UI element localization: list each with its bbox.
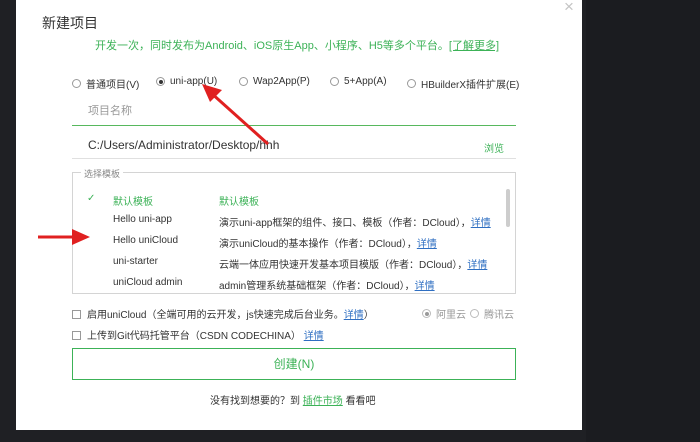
template-name: uniCloud admin — [113, 277, 183, 288]
template-desc: 默认模板 — [219, 197, 259, 208]
template-name: 默认模板 — [113, 197, 153, 208]
unicloud-option: 启用uniCloud（全端可用的云开发，js快速完成后台业务。详情） — [72, 306, 374, 321]
template-desc-text: 云端一体应用快速开发基本项目模版（作者：DCloud）， — [219, 260, 468, 271]
radio-label: HBuilderX插件扩展(E) — [421, 80, 520, 91]
git-detail-link[interactable]: 详情 — [304, 331, 324, 342]
radio-label: 5+App(A) — [344, 76, 387, 87]
template-detail-link[interactable]: 详情 — [415, 281, 435, 292]
template-desc-text: 演示uniCloud的基本操作（作者：DCloud）， — [219, 239, 417, 250]
git-upload-option: 上传到Git代码托管平台（CSDN CODECHINA） 详情 — [72, 327, 324, 342]
template-row[interactable]: Hello uniCloud 演示uniCloud的基本操作（作者：DCloud… — [73, 235, 503, 253]
unicloud-checkbox[interactable] — [72, 310, 81, 319]
radio-icon — [330, 77, 339, 86]
create-button[interactable]: 创建(N) — [72, 348, 516, 380]
unicloud-note: （全端可用的云开发，js快速完成后台业务。 — [146, 310, 344, 321]
subtitle-text: 开发一次，同时发布为Android、iOS原生App、小程序、H5等多个平台。 — [95, 40, 449, 52]
radio-icon — [72, 79, 81, 88]
template-detail-link[interactable]: 详情 — [471, 218, 491, 229]
radio-tencent[interactable] — [470, 309, 479, 318]
unicloud-label: 启用uniCloud — [87, 310, 147, 321]
git-upload-checkbox[interactable] — [72, 331, 81, 340]
template-legend: 选择模板 — [81, 167, 124, 180]
footer-suffix: 看看吧 — [345, 396, 376, 407]
git-upload-label: 上传到Git代码托管平台（CSDN CODECHINA） — [87, 331, 301, 342]
template-row[interactable]: Hello uni-app 演示uni-app框架的组件、接口、模板（作者：DC… — [73, 214, 503, 232]
annotation-arrow-icon — [202, 84, 270, 146]
radio-normal-project[interactable]: 普通项目(V) — [72, 76, 139, 91]
unicloud-close-paren: ） — [363, 310, 374, 321]
template-row[interactable]: ✓ 默认模板 默认模板 — [73, 193, 503, 211]
radio-icon — [407, 79, 416, 88]
radio-label: 普通项目(V) — [86, 80, 140, 91]
unicloud-detail-link[interactable]: 详情 — [344, 310, 364, 321]
cloud-provider-group: 阿里云 腾讯云 — [422, 306, 514, 321]
footer-hint: 没有找到想要的？到 插件市场 看看吧 — [210, 392, 376, 407]
project-name-input[interactable]: 项目名称 — [72, 98, 516, 126]
location-field[interactable]: C:/Users/Administrator/Desktop/hhh 浏览 — [72, 131, 516, 159]
template-desc-text: admin管理系统基础框架（作者：DCloud）， — [219, 281, 415, 292]
radio-icon — [156, 77, 165, 86]
template-row[interactable]: uniCloud admin admin管理系统基础框架（作者：DCloud），… — [73, 277, 503, 295]
browse-button[interactable]: 浏览 — [484, 140, 504, 155]
learn-more-link[interactable]: [了解更多] — [449, 40, 499, 52]
template-detail-link[interactable]: 详情 — [467, 260, 487, 271]
dialog-title: 新建项目 — [42, 15, 98, 31]
new-project-dialog: × 新建项目 开发一次，同时发布为Android、iOS原生App、小程序、H5… — [16, 0, 582, 430]
radio-5plus-app[interactable]: 5+App(A) — [330, 76, 387, 87]
template-row[interactable]: uni-starter 云端一体应用快速开发基本项目模版（作者：DCloud），… — [73, 256, 503, 274]
radio-hbuilderx-plugin[interactable]: HBuilderX插件扩展(E) — [407, 76, 519, 91]
provider-label: 腾讯云 — [484, 310, 514, 321]
template-name: Hello uniCloud — [113, 235, 179, 246]
template-desc: 演示uni-app框架的组件、接口、模板（作者：DCloud），详情 — [219, 214, 491, 229]
template-scrollbar[interactable] — [506, 189, 510, 227]
plugin-market-link[interactable]: 插件市场 — [303, 396, 343, 407]
dialog-subtitle: 开发一次，同时发布为Android、iOS原生App、小程序、H5等多个平台。[… — [95, 37, 499, 53]
template-detail-link[interactable]: 详情 — [417, 239, 437, 250]
close-icon[interactable]: × — [560, 0, 578, 18]
check-icon: ✓ — [87, 193, 96, 204]
template-desc: 云端一体应用快速开发基本项目模版（作者：DCloud），详情 — [219, 256, 487, 271]
annotation-arrow-icon — [38, 229, 90, 245]
template-name: uni-starter — [113, 256, 159, 267]
template-desc-text: 演示uni-app框架的组件、接口、模板（作者：DCloud）， — [219, 218, 471, 229]
provider-label: 阿里云 — [436, 310, 466, 321]
footer-prefix: 没有找到想要的？到 — [210, 396, 300, 407]
template-list: 选择模板 ✓ 默认模板 默认模板 Hello uni-app 演示uni-app… — [72, 167, 516, 295]
template-desc: admin管理系统基础框架（作者：DCloud），详情 — [219, 277, 435, 292]
radio-aliyun[interactable] — [422, 309, 431, 318]
template-desc: 演示uniCloud的基本操作（作者：DCloud），详情 — [219, 235, 437, 250]
dark-backdrop — [586, 0, 700, 442]
template-name: Hello uni-app — [113, 214, 172, 225]
